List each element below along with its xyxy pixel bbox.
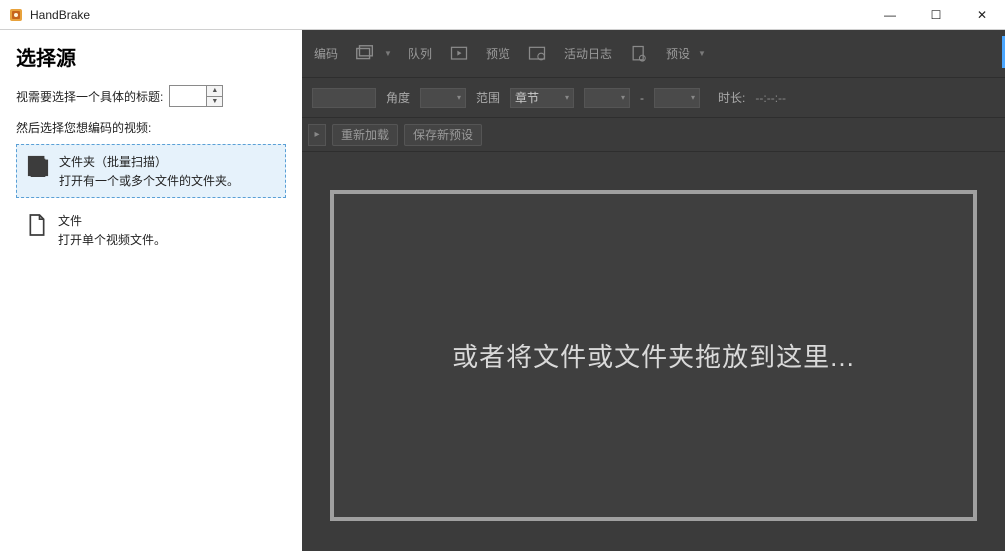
option-title: 文件夹（批量扫描） — [59, 153, 239, 170]
file-icon — [26, 212, 48, 238]
drop-zone-message: 或者将文件或文件夹拖放到这里... — [452, 337, 855, 374]
range-end-dropdown[interactable] — [654, 88, 700, 108]
source-option-folder[interactable]: 文件夹（批量扫描） 打开有一个或多个文件的文件夹。 — [16, 144, 286, 198]
range-mode-dropdown[interactable]: 章节 — [510, 88, 574, 108]
preset-next-icon[interactable]: ▸ — [308, 124, 326, 146]
range-dash: - — [640, 91, 644, 105]
toolbar-preview-settings[interactable] — [520, 39, 554, 69]
encode-prompt: 然后选择您想编码的视频: — [16, 119, 286, 136]
title-spinner-input[interactable] — [170, 86, 206, 106]
play-icon — [448, 43, 470, 65]
option-desc: 打开单个视频文件。 — [58, 231, 166, 248]
toolbar-activity-icon[interactable] — [622, 39, 656, 69]
folder-icon — [27, 153, 49, 179]
toolbar-preview[interactable]: 预览 — [480, 41, 516, 66]
source-heading: 选择源 — [16, 42, 286, 71]
titlebar: HandBrake — ☐ ✕ — [0, 0, 1005, 30]
main-toolbar: 编码 ▼ 队列 预览 — [302, 30, 1005, 78]
main-area: 编码 ▼ 队列 预览 — [302, 30, 1005, 551]
minimize-button[interactable]: — — [867, 0, 913, 30]
app-icon — [8, 7, 24, 23]
toolbar-activity[interactable]: 活动日志 — [558, 41, 618, 66]
option-title: 文件 — [58, 212, 166, 229]
angle-label: 角度 — [386, 89, 410, 106]
toolbar-encode[interactable]: 编码 — [308, 41, 344, 66]
toolbar-play[interactable] — [442, 39, 476, 69]
source-info-row: 角度 范围 章节 - 时长: --:--:-- — [302, 78, 1005, 118]
preset-button-row: ▸ 重新加载 保存新预设 — [302, 118, 1005, 152]
title-dropdown[interactable] — [312, 88, 376, 108]
spinner-up-icon[interactable]: ▲ — [207, 86, 222, 97]
pictures-icon — [354, 43, 376, 65]
chevron-down-icon: ▼ — [384, 49, 392, 58]
toolbar-add-multi[interactable]: ▼ — [348, 39, 398, 69]
duration-value: --:--:-- — [755, 91, 786, 105]
title-select-label: 视需要选择一个具体的标题: — [16, 88, 163, 105]
range-start-dropdown[interactable] — [584, 88, 630, 108]
close-button[interactable]: ✕ — [959, 0, 1005, 30]
chevron-down-icon: ▼ — [698, 49, 706, 58]
duration-label: 时长: — [718, 89, 745, 106]
range-label: 范围 — [476, 89, 500, 106]
title-select-row: 视需要选择一个具体的标题: ▲ ▼ — [16, 85, 286, 107]
source-select-panel: 选择源 视需要选择一个具体的标题: ▲ ▼ 然后选择您想编码的视频: — [0, 30, 302, 551]
title-spinner[interactable]: ▲ ▼ — [169, 85, 223, 107]
preview-gear-icon — [526, 43, 548, 65]
angle-dropdown[interactable] — [420, 88, 466, 108]
maximize-button[interactable]: ☐ — [913, 0, 959, 30]
drop-zone[interactable]: 或者将文件或文件夹拖放到这里... — [330, 190, 977, 521]
option-desc: 打开有一个或多个文件的文件夹。 — [59, 172, 239, 189]
spinner-down-icon[interactable]: ▼ — [207, 97, 222, 107]
source-option-file[interactable]: 文件 打开单个视频文件。 — [16, 204, 286, 256]
toolbar-queue[interactable]: 队列 — [402, 41, 438, 66]
app-title: HandBrake — [30, 8, 90, 22]
save-new-preset-button[interactable]: 保存新预设 — [404, 124, 482, 146]
reload-preset-button[interactable]: 重新加载 — [332, 124, 398, 146]
toolbar-presets[interactable]: 预设 ▼ — [660, 41, 712, 66]
document-gear-icon — [628, 43, 650, 65]
